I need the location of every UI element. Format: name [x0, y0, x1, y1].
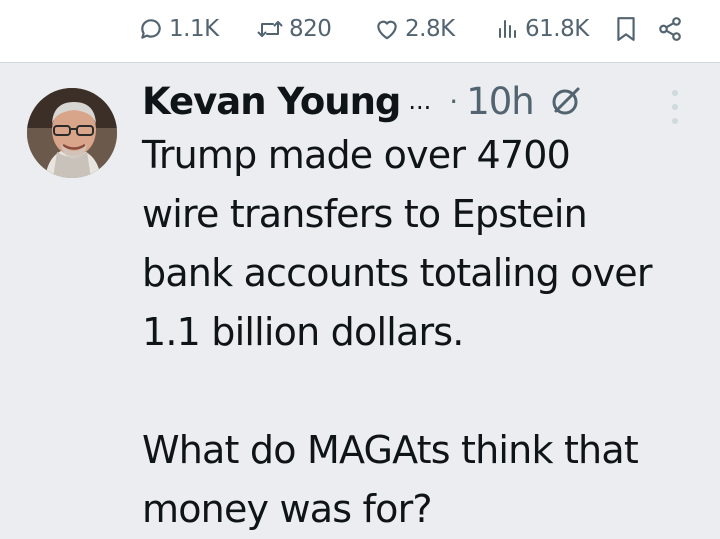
share-icon	[659, 17, 681, 41]
bookmark-button[interactable]	[612, 15, 640, 43]
more-dot-icon	[672, 90, 678, 96]
post-header: Kevan Young ... · 10h	[142, 76, 582, 126]
profile-photo	[27, 88, 117, 178]
post-text: Trump made over 4700 wire transfers to E…	[142, 133, 653, 531]
author-avatar[interactable]	[27, 88, 117, 178]
share-button[interactable]	[656, 15, 684, 43]
bookmark-icon	[617, 17, 635, 41]
views-button[interactable]: 61.8K	[496, 14, 589, 44]
repost-button[interactable]: 820	[256, 14, 332, 44]
author-name[interactable]: Kevan Young	[142, 80, 401, 123]
community-badge	[548, 84, 582, 118]
like-count: 2.8K	[405, 16, 455, 42]
heart-icon	[377, 20, 397, 40]
like-button[interactable]: 2.8K	[374, 14, 455, 44]
repost-count: 820	[289, 16, 332, 42]
more-options-button[interactable]	[664, 90, 686, 124]
post-action-bar: 1.1K 820 2.8K 61.8K	[0, 0, 720, 63]
reply-count: 1.1K	[169, 16, 219, 42]
repost-icon	[257, 21, 283, 37]
more-dot-icon	[672, 118, 678, 124]
slashed-circle-icon	[552, 87, 580, 115]
name-truncation: ...	[408, 87, 432, 115]
views-icon	[499, 20, 516, 38]
view-count: 61.8K	[525, 16, 589, 42]
post-timestamp[interactable]: 10h	[466, 80, 535, 123]
reply-button[interactable]: 1.1K	[138, 14, 219, 44]
header-separator: ·	[449, 84, 459, 118]
reply-icon	[141, 19, 161, 39]
more-dot-icon	[672, 104, 678, 110]
